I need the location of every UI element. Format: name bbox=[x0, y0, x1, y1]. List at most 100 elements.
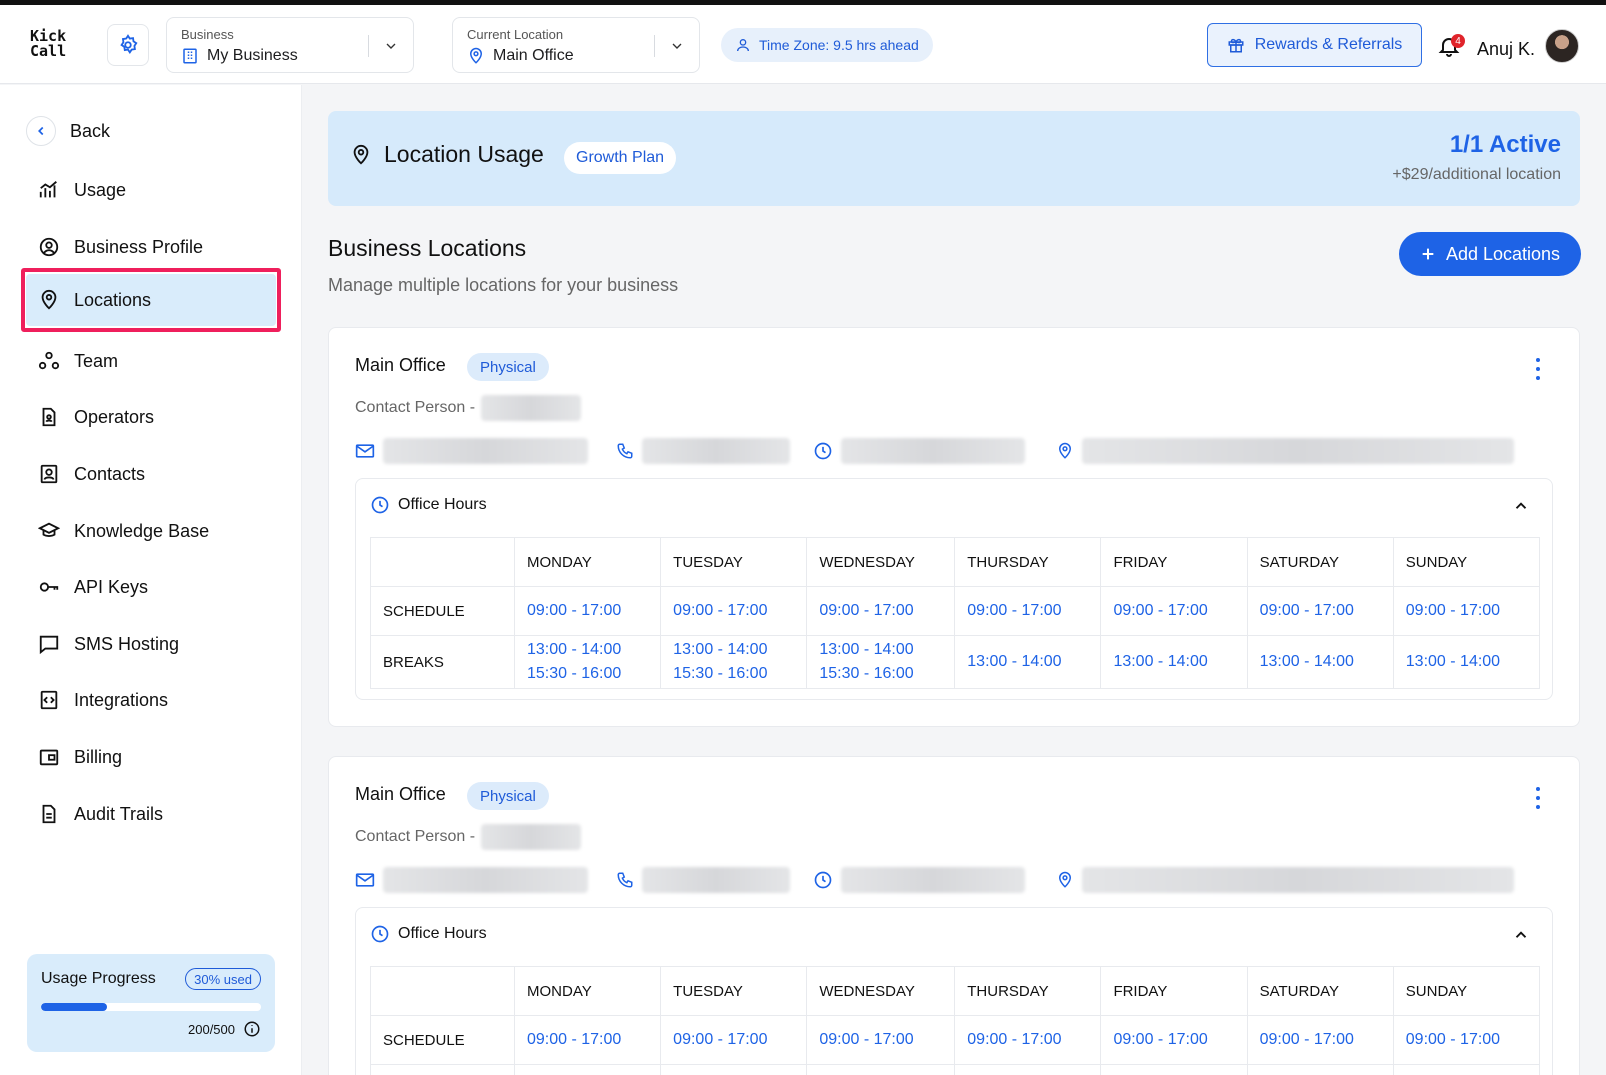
sidebar-item-sms-hosting[interactable]: SMS Hosting bbox=[26, 618, 276, 670]
plan-badge: Growth Plan bbox=[564, 142, 677, 174]
break-range: 13:00 - 14:00 bbox=[673, 641, 768, 658]
table-row: SCHEDULE 09:00 - 17:00 09:00 - 17:00 09:00 … bbox=[370, 1015, 1541, 1065]
sidebar-item-billing[interactable]: Billing bbox=[26, 731, 276, 783]
usage-count: 200/500 bbox=[188, 1021, 235, 1037]
redacted-address bbox=[1082, 438, 1514, 464]
sidebar-item-operators[interactable]: Operators bbox=[26, 391, 276, 443]
more-options-icon[interactable] bbox=[1535, 787, 1541, 809]
usage-badge: 30% used bbox=[185, 968, 261, 990]
usage-progress-bar bbox=[41, 1003, 261, 1011]
team-icon bbox=[38, 351, 60, 370]
sidebar-item-contacts[interactable]: Contacts bbox=[26, 448, 276, 500]
location-usage-banner: Location Usage Growth Plan 1/1 Active +$… bbox=[328, 111, 1580, 206]
timezone-badge: Time Zone: 9.5 hrs ahead bbox=[721, 28, 933, 62]
day-header: TUESDAY bbox=[660, 966, 808, 1016]
table-header-row: MONDAY TUESDAY WEDNESDAY THURSDAY FRIDAY SATU… bbox=[370, 966, 1541, 1016]
clock-icon bbox=[371, 496, 389, 514]
breaks-cell bbox=[1246, 1064, 1394, 1075]
user-circle-icon bbox=[39, 237, 59, 257]
notification-badge: 4 bbox=[1451, 34, 1465, 48]
location-card: Main Office Physical Contact Person - Of… bbox=[328, 756, 1580, 1075]
breaks-cell: 13:00 - 14:00 bbox=[1392, 635, 1541, 689]
info-icon[interactable] bbox=[243, 1020, 261, 1038]
gift-icon bbox=[1228, 38, 1244, 53]
schedule-row-label: SCHEDULE bbox=[370, 1015, 515, 1065]
user-name[interactable]: Anuj K. bbox=[1477, 39, 1535, 60]
back-button[interactable]: Back bbox=[26, 116, 110, 146]
chevron-left-icon bbox=[38, 126, 44, 136]
document-icon bbox=[42, 804, 56, 824]
chevron-up-icon[interactable] bbox=[1512, 926, 1530, 944]
schedule-cell: 09:00 - 17:00 bbox=[513, 1015, 662, 1065]
break-range: 13:00 - 14:00 bbox=[1113, 653, 1208, 670]
breaks-cell: 13:00 - 14:00 bbox=[1100, 635, 1248, 689]
sidebar-item-knowledge-base[interactable]: Knowledge Base bbox=[26, 505, 276, 557]
key-icon bbox=[39, 582, 59, 592]
location-name: Main Office bbox=[355, 784, 446, 804]
top-bar: Kick Call Business My Business Current L… bbox=[0, 5, 1606, 84]
office-hours-table: MONDAY TUESDAY WEDNESDAY THURSDAY FRIDAY SATU… bbox=[370, 537, 1541, 689]
code-icon bbox=[40, 690, 58, 710]
break-range: 15:30 - 16:00 bbox=[819, 665, 914, 682]
location-select-label: Current Location bbox=[467, 27, 564, 42]
additional-location-price: +$29/additional location bbox=[1392, 166, 1561, 183]
sidebar-item-team[interactable]: Team bbox=[26, 335, 276, 387]
table-header-row: MONDAY TUESDAY WEDNESDAY THURSDAY FRIDAY SATU… bbox=[370, 537, 1541, 587]
building-icon bbox=[183, 48, 197, 64]
business-select-label: Business bbox=[181, 27, 234, 42]
day-header: WEDNESDAY bbox=[806, 537, 956, 587]
contacts-icon bbox=[40, 464, 58, 484]
rewards-referrals-button[interactable]: Rewards & Referrals bbox=[1207, 23, 1422, 67]
settings-button[interactable] bbox=[107, 24, 149, 66]
location-name: Main Office bbox=[355, 355, 446, 375]
business-select-value: My Business bbox=[207, 47, 298, 64]
schedule-cell: 09:00 - 17:00 bbox=[1392, 1015, 1541, 1065]
chevron-up-icon[interactable] bbox=[1512, 497, 1530, 515]
break-range: 13:00 - 14:00 bbox=[967, 653, 1062, 670]
redacted-timezone bbox=[841, 867, 1025, 893]
contact-person-label: Contact Person - bbox=[355, 828, 476, 845]
sidebar-item-audit-trails[interactable]: Audit Trails bbox=[26, 788, 276, 840]
sidebar-item-integrations[interactable]: Integrations bbox=[26, 674, 276, 726]
break-range: 15:30 - 16:00 bbox=[527, 665, 622, 682]
graduation-cap-icon bbox=[38, 522, 60, 537]
schedule-cell: 09:00 - 17:00 bbox=[1392, 586, 1541, 636]
redacted-email bbox=[383, 867, 588, 893]
redacted-address bbox=[1082, 867, 1514, 893]
banner-title: Location Usage bbox=[384, 141, 544, 167]
office-hours-panel: Office Hours MONDAY TUESDAY WEDNESDAY THURS… bbox=[355, 907, 1553, 1075]
breaks-cell: 13:00 - 14:00 15:30 - 16:00 bbox=[660, 635, 808, 689]
breaks-cell: 13:00 - 14:00 15:30 - 16:00 bbox=[806, 635, 956, 689]
sidebar-item-api-keys[interactable]: API Keys bbox=[26, 561, 276, 613]
clock-icon bbox=[371, 925, 389, 943]
table-row: BREAKS09:00 - 17:0009:00 - 17:0009:00 - … bbox=[370, 1064, 1541, 1075]
breaks-cell: 13:00 - 14:00 bbox=[954, 635, 1102, 689]
redacted-email bbox=[383, 438, 588, 464]
day-header: THURSDAY bbox=[954, 537, 1102, 587]
business-select[interactable]: Business My Business bbox=[166, 17, 414, 73]
avatar[interactable] bbox=[1545, 29, 1579, 63]
usage-progress-fill bbox=[41, 1003, 107, 1011]
more-options-icon[interactable] bbox=[1535, 358, 1541, 380]
day-header: FRIDAY bbox=[1100, 966, 1248, 1016]
usage-progress-card: Usage Progress 30% used 200/500 bbox=[27, 954, 275, 1052]
app-logo[interactable]: Kick Call bbox=[30, 29, 66, 59]
schedule-cell: 09:00 - 17:00 bbox=[1246, 586, 1394, 636]
schedule-cell: 09:00 - 17:00 bbox=[513, 586, 662, 636]
day-header: SATURDAY bbox=[1246, 966, 1394, 1016]
office-hours-title: Office Hours bbox=[398, 925, 487, 942]
wallet-icon bbox=[39, 749, 59, 766]
sidebar-item-business-profile[interactable]: Business Profile bbox=[26, 221, 276, 273]
breaks-cell bbox=[954, 1064, 1102, 1075]
clock-icon bbox=[814, 871, 832, 889]
hours-corner-cell bbox=[370, 966, 515, 1016]
map-pin-icon bbox=[469, 47, 483, 64]
break-range: 15:30 - 16:00 bbox=[673, 665, 768, 682]
sidebar-item-usage[interactable]: Usage bbox=[26, 164, 276, 216]
location-select[interactable]: Current Location Main Office bbox=[452, 17, 700, 73]
breaks-cell: 09:00 - 17:00 bbox=[513, 1064, 662, 1075]
break-range: 13:00 - 14:00 bbox=[819, 641, 914, 658]
breaks-cell: 13:00 - 14:00 bbox=[1246, 635, 1394, 689]
add-locations-button[interactable]: Add Locations bbox=[1399, 232, 1581, 276]
phone-icon bbox=[617, 872, 633, 888]
